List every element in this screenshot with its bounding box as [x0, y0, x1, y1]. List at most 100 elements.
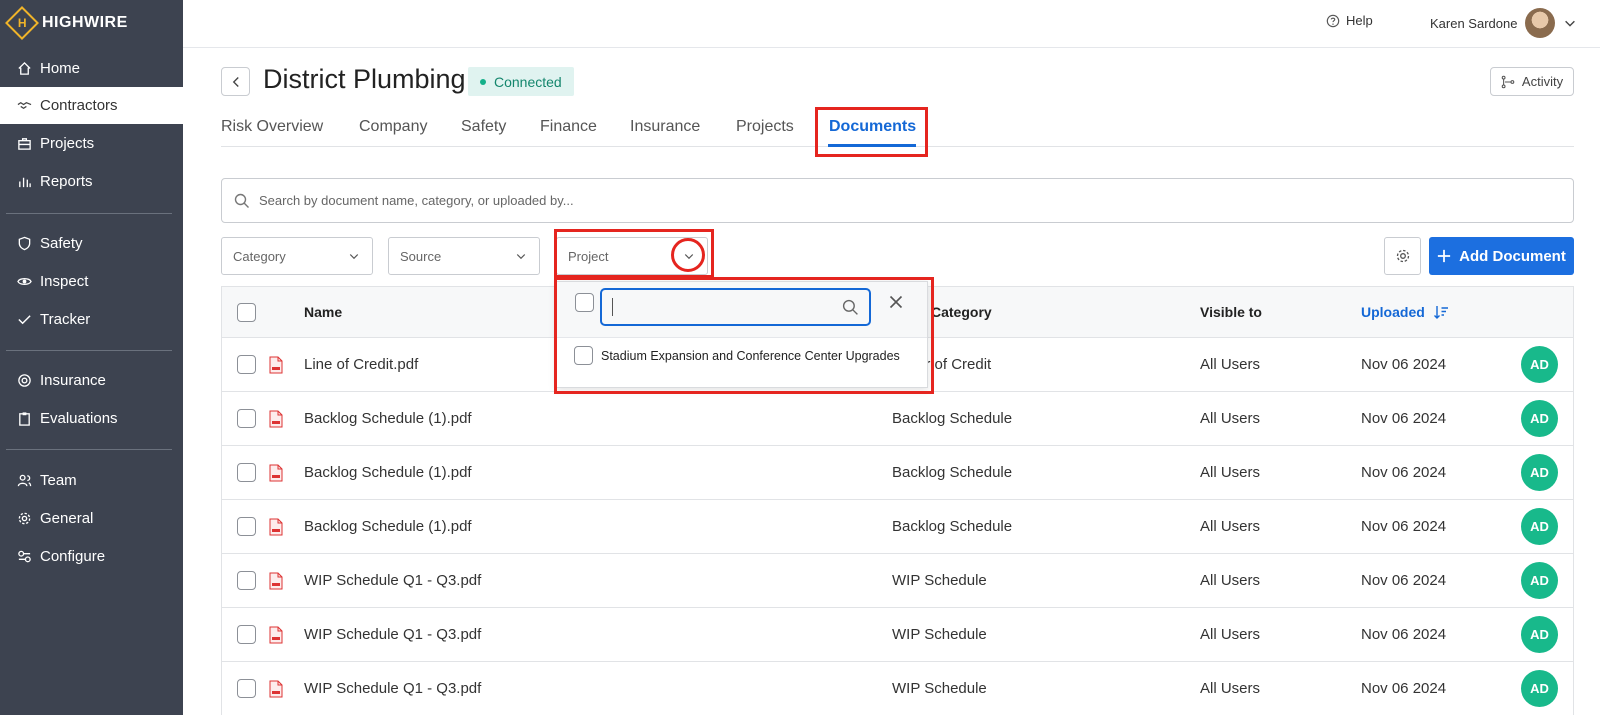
sidebar-item-general[interactable]: General — [0, 500, 183, 537]
document-name[interactable]: Backlog Schedule (1).pdf — [304, 392, 472, 445]
document-name[interactable]: WIP Schedule Q1 - Q3.pdf — [304, 554, 481, 607]
uploader-avatar[interactable]: AD — [1521, 562, 1558, 599]
sidebar-item-label: Configure — [40, 548, 106, 565]
uploader-avatar-cell: AD — [1521, 554, 1558, 607]
sidebar-item-contractors[interactable]: Contractors — [0, 87, 183, 124]
row-checkbox-cell — [237, 500, 256, 553]
row-checkbox[interactable] — [237, 625, 256, 644]
briefcase-icon — [18, 138, 31, 150]
sidebar-item-label: Home — [40, 60, 81, 77]
uploader-avatar[interactable]: AD — [1521, 346, 1558, 383]
table-row[interactable]: WIP Schedule Q1 - Q3.pdf WIP Schedule Al… — [222, 554, 1573, 608]
row-checkbox-cell — [237, 662, 256, 715]
table-row[interactable]: Backlog Schedule (1).pdf Backlog Schedul… — [222, 392, 1573, 446]
uploader-avatar[interactable]: AD — [1521, 400, 1558, 437]
lifebuoy-icon — [18, 374, 31, 387]
uploader-avatar[interactable]: AD — [1521, 454, 1558, 491]
add-document-button[interactable]: Add Document — [1429, 237, 1574, 275]
document-visible-to: All Users — [1200, 464, 1261, 481]
sidebar-item-label: Projects — [40, 135, 95, 152]
document-uploaded: Nov 06 2024 — [1361, 572, 1447, 589]
uploader-avatar[interactable]: AD — [1521, 670, 1558, 707]
back-button[interactable] — [221, 67, 250, 96]
document-uploaded: Nov 06 2024 — [1361, 464, 1447, 481]
sort-desc-icon — [1433, 306, 1448, 319]
tab-safety[interactable]: Safety — [461, 118, 506, 136]
pdf-icon — [269, 680, 283, 697]
row-checkbox[interactable] — [237, 355, 256, 374]
header-name[interactable]: Name — [304, 287, 342, 337]
sidebar-item-projects[interactable]: Projects — [0, 125, 183, 162]
table-row[interactable]: Backlog Schedule (1).pdf Backlog Schedul… — [222, 446, 1573, 500]
document-search-input[interactable]: Search by document name, category, or up… — [221, 178, 1574, 223]
table-row[interactable]: WIP Schedule Q1 - Q3.pdf WIP Schedule Al… — [222, 608, 1573, 662]
clipboard-icon — [19, 412, 30, 426]
document-visible-to: All Users — [1200, 680, 1261, 697]
user-menu[interactable]: Karen Sardone — [1430, 8, 1577, 38]
select-all-checkbox[interactable] — [237, 302, 256, 322]
document-category: WIP Schedule — [892, 572, 987, 589]
sidebar-item-team[interactable]: Team — [0, 462, 183, 499]
sidebar-item-evaluations[interactable]: Evaluations — [0, 400, 183, 437]
document-category: Backlog Schedule — [892, 464, 1013, 481]
header-visible-to[interactable]: Visible to — [1200, 287, 1262, 337]
header-category[interactable]: Category — [931, 287, 992, 337]
gear-icon — [18, 512, 31, 525]
highlight-circle-project-chevron — [671, 238, 705, 272]
sidebar-item-safety[interactable]: Safety — [0, 225, 183, 262]
row-checkbox[interactable] — [237, 679, 256, 698]
pdf-file-icon — [269, 662, 283, 715]
document-name[interactable]: WIP Schedule Q1 - Q3.pdf — [304, 608, 481, 661]
row-checkbox[interactable] — [237, 463, 256, 482]
row-checkbox[interactable] — [237, 517, 256, 536]
document-name[interactable]: Backlog Schedule (1).pdf — [304, 446, 472, 499]
activity-button[interactable]: Activity — [1490, 67, 1574, 96]
row-checkbox-cell — [237, 608, 256, 661]
table-row[interactable]: Backlog Schedule (1).pdf Backlog Schedul… — [222, 500, 1573, 554]
sidebar-item-configure[interactable]: Configure — [0, 538, 183, 575]
sidebar-item-inspect[interactable]: Inspect — [0, 263, 183, 300]
source-filter[interactable]: Source — [388, 237, 540, 275]
help-label: Help — [1346, 13, 1373, 28]
row-checkbox[interactable] — [237, 409, 256, 428]
pdf-icon — [269, 464, 283, 481]
sidebar-divider — [6, 350, 172, 351]
document-name[interactable]: Line of Credit.pdf — [304, 338, 418, 391]
document-uploaded: Nov 06 2024 — [1361, 356, 1447, 373]
sidebar-item-home[interactable]: Home — [0, 50, 183, 87]
sidebar: H HIGHWIRE Home Contractors Projects Rep… — [0, 0, 183, 715]
chevron-down-icon — [349, 254, 359, 260]
bar-chart-icon — [19, 177, 31, 188]
sidebar-item-tracker[interactable]: Tracker — [0, 301, 183, 338]
tab-finance[interactable]: Finance — [540, 118, 597, 136]
topbar — [183, 0, 1600, 48]
help-icon — [1326, 14, 1340, 27]
table-body: Line of Credit.pdf Letter of Credit All … — [222, 338, 1573, 715]
document-visible-to: All Users — [1200, 518, 1261, 535]
sidebar-item-insurance[interactable]: Insurance — [0, 362, 183, 399]
row-checkbox[interactable] — [237, 571, 256, 590]
document-name[interactable]: Backlog Schedule (1).pdf — [304, 500, 472, 553]
uploader-avatar-cell: AD — [1521, 608, 1558, 661]
sidebar-item-label: Evaluations — [40, 410, 118, 427]
category-filter[interactable]: Category — [221, 237, 373, 275]
header-uploaded[interactable]: Uploaded — [1361, 287, 1449, 337]
table-row[interactable]: WIP Schedule Q1 - Q3.pdf WIP Schedule Al… — [222, 662, 1573, 715]
tab-risk-overview[interactable]: Risk Overview — [221, 118, 323, 136]
uploader-avatar[interactable]: AD — [1521, 616, 1558, 653]
column-settings-button[interactable] — [1384, 237, 1421, 275]
tab-insurance[interactable]: Insurance — [630, 118, 700, 136]
tab-company[interactable]: Company — [359, 118, 427, 136]
status-badge: Connected — [468, 67, 574, 96]
users-icon — [17, 474, 32, 487]
document-name[interactable]: WIP Schedule Q1 - Q3.pdf — [304, 662, 481, 715]
home-icon — [18, 61, 31, 75]
uploader-avatar[interactable]: AD — [1521, 508, 1558, 545]
tab-projects[interactable]: Projects — [736, 118, 794, 136]
sidebar-item-reports[interactable]: Reports — [0, 163, 183, 200]
logo[interactable]: H HIGHWIRE — [5, 6, 128, 40]
chevron-down-icon — [516, 254, 526, 260]
check-icon — [18, 315, 31, 325]
help-link[interactable]: Help — [1326, 13, 1373, 28]
document-visible-to: All Users — [1200, 572, 1261, 589]
